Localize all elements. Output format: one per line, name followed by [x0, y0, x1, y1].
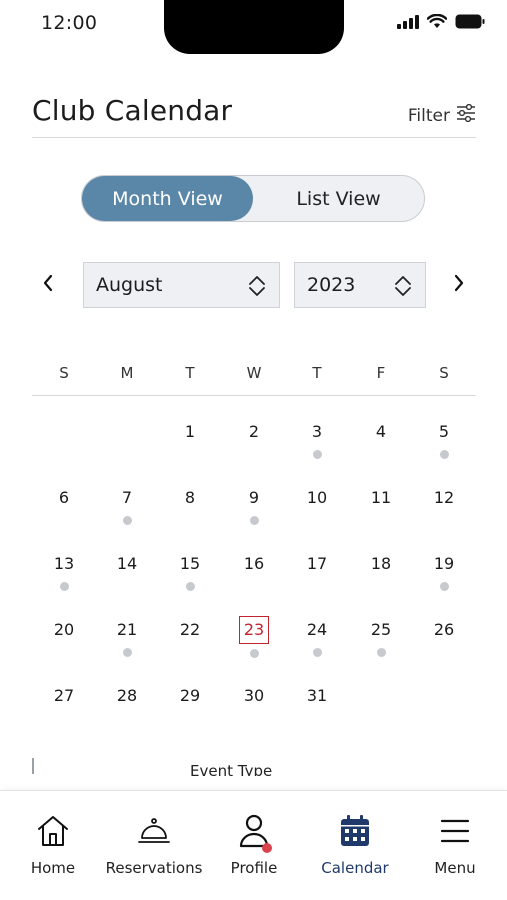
page-header: Club Calendar Filter — [32, 92, 476, 138]
calendar-day[interactable]: 17 — [297, 553, 337, 593]
event-dot — [59, 582, 69, 591]
tab-reservations[interactable]: Reservations — [104, 815, 204, 877]
calendar-day[interactable]: 28 — [107, 685, 147, 725]
year-select-value: 2023 — [307, 274, 356, 296]
calendar-day[interactable]: 22 — [170, 619, 210, 659]
filter-label: Filter — [407, 105, 450, 126]
calendar-icon — [340, 815, 370, 851]
event-dot — [249, 516, 259, 525]
service-bell-icon — [136, 816, 172, 850]
calendar-day[interactable]: 12 — [424, 487, 464, 527]
calendar-day[interactable]: 26 — [424, 619, 464, 659]
filter-button[interactable]: Filter — [407, 103, 476, 127]
calendar-day[interactable]: 18 — [361, 553, 401, 593]
previous-month-button[interactable] — [33, 270, 63, 300]
weekday-tue: T — [185, 364, 195, 382]
next-month-button[interactable] — [444, 270, 474, 300]
signal-icon — [397, 14, 419, 33]
chevron-up-down-icon — [393, 274, 413, 303]
event-dot — [249, 649, 259, 658]
calendar-day[interactable]: 15 — [170, 553, 210, 593]
weekday-sat: S — [439, 364, 449, 382]
event-dot — [439, 450, 449, 459]
calendar-day[interactable]: 31 — [297, 685, 337, 725]
weekday-fri: F — [376, 364, 386, 382]
tab-label: Profile — [230, 859, 278, 877]
notification-badge — [262, 843, 272, 853]
event-dot — [122, 648, 132, 657]
calendar-day[interactable]: 27 — [44, 685, 84, 725]
weekday-sun: S — [59, 364, 69, 382]
status-icons — [397, 13, 485, 33]
calendar-day[interactable]: 1 — [170, 421, 210, 461]
calendar-day[interactable]: 3 — [297, 421, 337, 461]
event-dot — [122, 516, 132, 525]
weekday-header: S M T W T F S — [32, 360, 476, 396]
event-dot — [376, 648, 386, 657]
calendar-day[interactable]: 25 — [361, 619, 401, 659]
month-select-value: August — [96, 274, 163, 296]
calendar-day[interactable]: 19 — [424, 553, 464, 593]
tab-profile[interactable]: Profile — [204, 814, 304, 877]
calendar-day[interactable]: 21 — [107, 619, 147, 659]
scroll-indicator — [32, 758, 34, 774]
status-time: 12:00 — [41, 12, 98, 34]
calendar-day[interactable]: 13 — [44, 553, 84, 593]
calendar-day[interactable]: 24 — [297, 619, 337, 659]
weekday-wed: W — [246, 364, 262, 382]
month-view-tab[interactable]: Month View — [82, 176, 253, 221]
chevron-up-down-icon — [247, 274, 267, 303]
calendar-day[interactable]: 14 — [107, 553, 147, 593]
tab-label: Reservations — [105, 859, 203, 877]
page-title: Club Calendar — [32, 94, 233, 127]
bottom-tab-bar: Home Reservations Profile Calendar Menu — [0, 790, 507, 900]
battery-icon — [455, 14, 485, 33]
event-dot — [312, 450, 322, 459]
sliders-icon — [456, 103, 476, 127]
calendar-day[interactable]: 4 — [361, 421, 401, 461]
home-icon — [35, 814, 71, 852]
calendar-day[interactable]: 29 — [170, 685, 210, 725]
hamburger-menu-icon — [440, 818, 470, 848]
tab-label: Menu — [434, 859, 476, 877]
calendar-day[interactable]: 8 — [170, 487, 210, 527]
calendar-day[interactable]: 11 — [361, 487, 401, 527]
tab-label: Calendar — [321, 859, 389, 877]
event-dot — [312, 648, 322, 657]
calendar-day[interactable]: 20 — [44, 619, 84, 659]
calendar-day[interactable]: 30 — [234, 685, 274, 725]
chevron-right-icon — [453, 274, 465, 296]
weekday-thu: T — [312, 364, 322, 382]
event-dot — [185, 582, 195, 591]
tab-label: Home — [30, 859, 76, 877]
calendar-day[interactable]: 5 — [424, 421, 464, 461]
event-dot — [439, 582, 449, 591]
view-toggle: Month View List View — [81, 175, 425, 222]
calendar-day[interactable]: 16 — [234, 553, 274, 593]
wifi-icon — [426, 13, 448, 33]
device-notch — [164, 0, 344, 54]
year-select[interactable]: 2023 — [294, 262, 426, 308]
tab-home[interactable]: Home — [3, 815, 103, 877]
status-bar: 12:00 — [0, 0, 507, 54]
calendar-day[interactable]: 7 — [107, 487, 147, 527]
list-view-tab[interactable]: List View — [253, 176, 424, 221]
calendar-day-today[interactable]: 23 — [234, 616, 274, 659]
month-select[interactable]: August — [83, 262, 280, 308]
calendar-day[interactable]: 10 — [297, 487, 337, 527]
calendar-day[interactable]: 9 — [234, 487, 274, 527]
weekday-mon: M — [120, 364, 134, 382]
chevron-left-icon — [42, 274, 54, 296]
tab-calendar[interactable]: Calendar — [305, 815, 405, 877]
tab-menu[interactable]: Menu — [405, 815, 505, 877]
event-type-heading: Event Type — [190, 762, 273, 776]
calendar-day[interactable]: 2 — [234, 421, 274, 461]
calendar-day[interactable]: 6 — [44, 487, 84, 527]
